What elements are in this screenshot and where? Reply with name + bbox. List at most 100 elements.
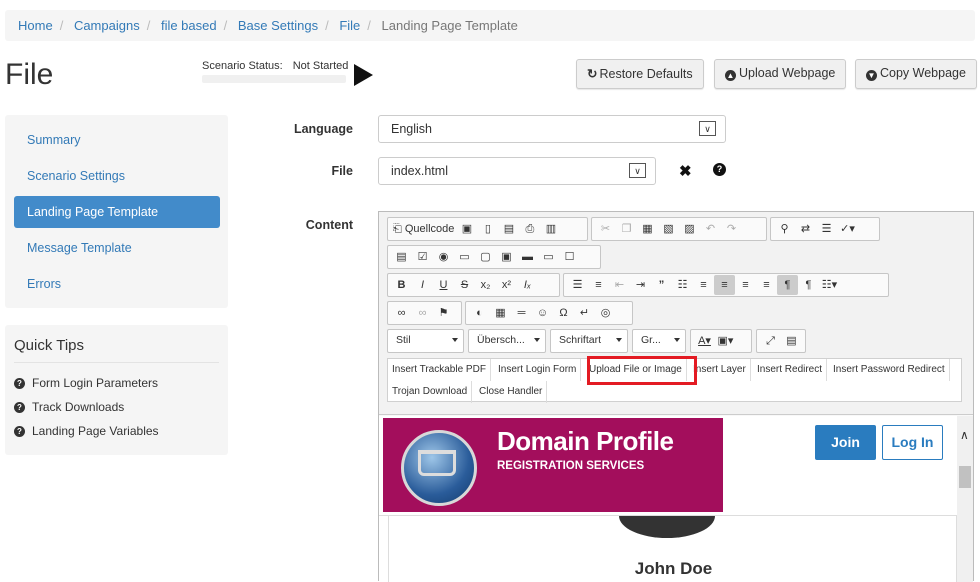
paste-icon[interactable]: ▦ — [637, 219, 658, 239]
button-icon[interactable]: ▬ — [517, 247, 538, 267]
smiley-icon[interactable]: ☺ — [532, 303, 553, 323]
page-break-icon[interactable]: ↵ — [574, 303, 595, 323]
trojan-download-button[interactable]: Trojan Download — [388, 381, 473, 403]
font-combo[interactable]: Schriftart — [550, 329, 628, 353]
find-icon[interactable]: ⚲ — [774, 219, 795, 239]
source-button[interactable]: ⎗ Quellcode — [391, 219, 456, 239]
new-page-icon[interactable]: ▯ — [477, 219, 498, 239]
login-button[interactable]: Log In — [882, 425, 943, 460]
save-icon[interactable]: ▣ — [456, 219, 477, 239]
text-direction-rtl-icon[interactable]: ¶ — [798, 275, 819, 295]
templates-icon[interactable]: ▥ — [540, 219, 561, 239]
bulleted-list-icon[interactable]: ≡ — [588, 275, 609, 295]
file-select[interactable]: index.html ∨ — [378, 157, 656, 185]
align-center-icon[interactable]: ≡ — [714, 275, 735, 295]
paste-text-icon[interactable]: ▧ — [658, 219, 679, 239]
table-icon[interactable]: ▦ — [490, 303, 511, 323]
select-all-icon[interactable]: ☰ — [816, 219, 837, 239]
style-combo[interactable]: Stil — [387, 329, 464, 353]
breadcrumb-file[interactable]: File — [339, 18, 360, 33]
breadcrumb-base-settings[interactable]: Base Settings — [238, 18, 318, 33]
breadcrumb-home[interactable]: Home — [18, 18, 53, 33]
upload-webpage-button[interactable]: ▲ Upload Webpage — [714, 59, 847, 89]
redo-icon[interactable]: ↷ — [721, 219, 742, 239]
underline-icon[interactable]: U — [433, 275, 454, 295]
size-combo[interactable]: Gr... — [632, 329, 686, 353]
maximize-icon[interactable]: ⤢ — [760, 331, 781, 351]
start-scenario-play-icon[interactable] — [354, 64, 373, 86]
file-help-icon[interactable]: ? — [713, 163, 726, 176]
sidebar-item-summary[interactable]: Summary — [14, 124, 220, 156]
div-icon[interactable]: ☷ — [672, 275, 693, 295]
preview-icon[interactable]: ▤ — [498, 219, 519, 239]
unlink-icon[interactable]: ∞ — [412, 303, 433, 323]
special-char-icon[interactable]: Ω — [553, 303, 574, 323]
breadcrumb-campaigns[interactable]: Campaigns — [74, 18, 140, 33]
background-color-icon[interactable]: ▣▾ — [715, 331, 736, 351]
textarea-icon[interactable]: ▢ — [475, 247, 496, 267]
breadcrumb-file-based[interactable]: file based — [161, 18, 217, 33]
editor-content-area[interactable]: Domain Profile REGISTRATION SERVICES Joi… — [379, 416, 973, 582]
horizontal-rule-icon[interactable]: ═ — [511, 303, 532, 323]
radio-icon[interactable]: ◉ — [433, 247, 454, 267]
insert-redirect-button[interactable]: Insert Redirect — [753, 359, 828, 381]
sidebar-item-scenario-settings[interactable]: Scenario Settings — [14, 160, 220, 192]
textfield-icon[interactable]: ▭ — [454, 247, 475, 267]
text-direction-ltr-icon[interactable]: ¶ — [777, 275, 798, 295]
insert-password-redirect-button[interactable]: Insert Password Redirect — [829, 359, 950, 381]
flash-icon[interactable]: ◐ — [469, 303, 490, 323]
strike-icon[interactable]: S — [454, 275, 475, 295]
iframe-icon[interactable]: ◎ — [595, 303, 616, 323]
select-field-icon[interactable]: ▣ — [496, 247, 517, 267]
replace-icon[interactable]: ⇄ — [795, 219, 816, 239]
spellcheck-icon[interactable]: ✓▾ — [837, 219, 858, 239]
subscript-icon[interactable]: x₂ — [475, 275, 496, 295]
show-blocks-icon[interactable]: ▤ — [781, 331, 802, 351]
cut-icon[interactable]: ✂ — [595, 219, 616, 239]
language-select[interactable]: English ∨ — [378, 115, 726, 143]
sidebar-item-errors[interactable]: Errors — [14, 268, 220, 300]
superscript-icon[interactable]: x² — [496, 275, 517, 295]
checkbox-icon[interactable]: ☑ — [412, 247, 433, 267]
insert-layer-button[interactable]: Insert Layer — [689, 359, 751, 381]
align-left-icon[interactable]: ≡ — [693, 275, 714, 295]
copy-webpage-button[interactable]: ▼ Copy Webpage — [855, 59, 977, 89]
remove-format-icon[interactable]: Iₓ — [517, 275, 538, 295]
image-button-icon[interactable]: ▭ — [538, 247, 559, 267]
outdent-icon[interactable]: ⇤ — [609, 275, 630, 295]
indent-icon[interactable]: ⇥ — [630, 275, 651, 295]
hidden-field-icon[interactable]: ☐ — [559, 247, 580, 267]
editor-scrollbar[interactable]: ∧ — [957, 416, 973, 582]
anchor-icon[interactable]: ⚑ — [433, 303, 454, 323]
italic-icon[interactable]: I — [412, 275, 433, 295]
insert-login-form-button[interactable]: Insert Login Form — [494, 359, 582, 381]
form-icon[interactable]: ▤ — [391, 247, 412, 267]
close-handler-button[interactable]: Close Handler — [475, 381, 548, 403]
bold-icon[interactable]: B — [391, 275, 412, 295]
align-right-icon[interactable]: ≡ — [735, 275, 756, 295]
align-justify-icon[interactable]: ≡ — [756, 275, 777, 295]
sidebar-item-message-template[interactable]: Message Template — [14, 232, 220, 264]
tip-landing-page-variables[interactable]: ? Landing Page Variables — [14, 419, 219, 443]
insert-trackable-pdf-button[interactable]: Insert Trackable PDF — [388, 359, 491, 381]
content-editor[interactable]: ⎗ Quellcode ▣ ▯ ▤ ⎙ ▥ ✂ ❐ ▦ ▧ ▨ ↶ ↷ ⚲ ⇄ … — [378, 211, 974, 582]
language-icon[interactable]: ☷▾ — [819, 275, 840, 295]
tip-track-downloads[interactable]: ? Track Downloads — [14, 395, 219, 419]
copy-icon[interactable]: ❐ — [616, 219, 637, 239]
heading-combo[interactable]: Übersch... — [468, 329, 546, 353]
paste-word-icon[interactable]: ▨ — [679, 219, 700, 239]
text-color-icon[interactable]: A▾ — [694, 331, 715, 351]
scrollbar-thumb[interactable] — [959, 466, 971, 488]
link-icon[interactable]: ∞ — [391, 303, 412, 323]
blockquote-icon[interactable]: ” — [651, 275, 672, 295]
print-icon[interactable]: ⎙ — [519, 219, 540, 239]
toolbar-group-links: ∞ ∞ ⚑ — [387, 301, 462, 325]
join-button[interactable]: Join — [815, 425, 876, 460]
tip-form-login-parameters[interactable]: ? Form Login Parameters — [14, 371, 219, 395]
delete-file-icon[interactable]: ✖ — [679, 162, 692, 180]
restore-defaults-button[interactable]: ↻ Restore Defaults — [576, 59, 704, 89]
sidebar-item-landing-page-template[interactable]: Landing Page Template — [14, 196, 220, 228]
chevron-up-icon[interactable]: ∧ — [960, 428, 969, 442]
numbered-list-icon[interactable]: ☰ — [567, 275, 588, 295]
undo-icon[interactable]: ↶ — [700, 219, 721, 239]
